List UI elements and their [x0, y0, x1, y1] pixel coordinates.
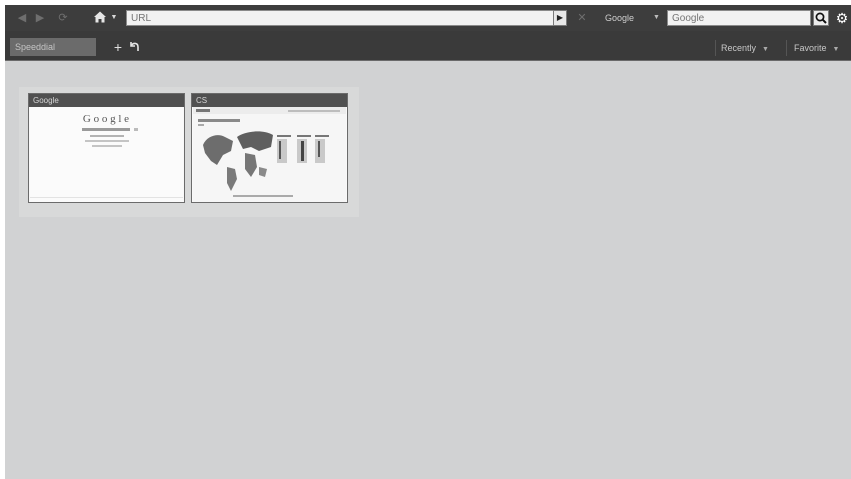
search-engine-select[interactable]: Google ▼ — [605, 10, 663, 26]
speed-dial-item-google[interactable]: Google G o o g l e — [28, 93, 185, 203]
forward-arrow-icon[interactable]: ▶ — [33, 10, 47, 26]
speed-dial: Google G o o g l e CS — [19, 87, 359, 217]
tab-strip: Speeddial + Recently ▼ Favorite ▼ — [5, 31, 851, 60]
toolbar-divider — [5, 60, 851, 61]
svg-text:G o o g l e: G o o g l e — [83, 113, 129, 125]
magnifier-icon — [815, 12, 827, 24]
navigation-toolbar: ◀ ▶ ⟳ ▼ ▶ ✕ Google ▼ ⚙ — [5, 5, 851, 31]
stop-icon[interactable]: ✕ — [575, 10, 589, 26]
reload-icon[interactable]: ⟳ — [55, 10, 71, 26]
search-button[interactable] — [813, 10, 829, 26]
url-bar[interactable] — [126, 10, 566, 26]
separator — [786, 40, 787, 56]
go-button[interactable]: ▶ — [553, 10, 567, 26]
url-input[interactable] — [131, 12, 551, 24]
undo-icon[interactable] — [127, 39, 141, 53]
chevron-down-icon: ▼ — [653, 14, 660, 21]
search-engine-label: Google — [605, 13, 635, 23]
chevron-down-icon[interactable]: ▼ — [109, 10, 119, 26]
home-icon[interactable] — [92, 10, 108, 26]
google-homepage-thumbnail: G o o g l e — [30, 107, 183, 202]
back-arrow-icon[interactable]: ◀ — [15, 10, 29, 26]
chevron-down-icon: ▼ — [762, 46, 769, 53]
tab-label: Speeddial — [15, 42, 56, 52]
chevron-down-icon: ▼ — [832, 46, 840, 53]
recent-menu-button[interactable]: Recently ▼ — [721, 41, 769, 55]
plus-icon[interactable]: + — [111, 40, 125, 54]
speed-dial-item-cs[interactable]: CS — [191, 93, 348, 203]
favorites-menu-label: Favorite — [794, 43, 827, 53]
search-input[interactable] — [672, 12, 802, 24]
thumb-title: Google — [29, 94, 184, 107]
search-bar[interactable] — [667, 10, 811, 26]
thumb-title: CS — [192, 94, 347, 107]
separator — [715, 40, 716, 56]
recent-menu-label: Recently — [721, 43, 757, 53]
browser-window: ◀ ▶ ⟳ ▼ ▶ ✕ Google ▼ ⚙ Spe — [5, 5, 851, 479]
play-icon: ▶ — [556, 13, 564, 22]
favorites-menu-button[interactable]: Favorite ▼ — [794, 41, 839, 55]
world-map-page-thumbnail — [193, 107, 346, 202]
tab-speeddial[interactable]: Speeddial — [10, 38, 96, 56]
gear-icon[interactable]: ⚙ — [833, 9, 851, 27]
